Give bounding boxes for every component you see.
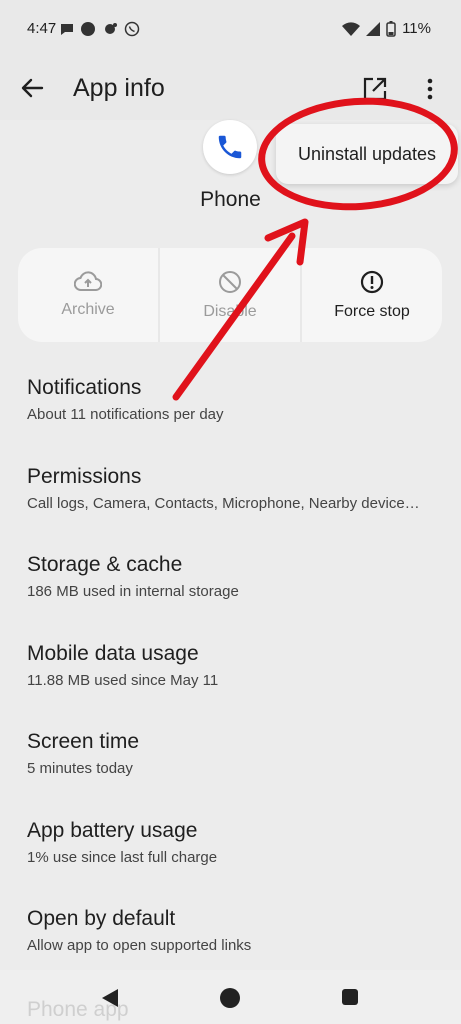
item-title: Mobile data usage — [27, 641, 199, 665]
wifi-icon — [342, 21, 361, 36]
assistant-notification-icon — [105, 23, 117, 34]
item-title: Open by default — [27, 907, 176, 930]
mobile-data-usage-item[interactable]: Mobile data usage 11.88 MB used since Ma… — [27, 642, 447, 731]
back-arrow-icon[interactable] — [18, 74, 46, 102]
system-icons: 11% — [342, 20, 431, 37]
nav-home-icon[interactable] — [220, 988, 240, 1008]
archive-label: Archive — [61, 301, 115, 318]
block-icon — [219, 271, 241, 293]
screen-time-item[interactable]: Screen time 5 minutes today — [27, 730, 447, 819]
battery-percent: 11% — [402, 20, 431, 37]
item-title: Screen time — [27, 730, 140, 753]
item-subtitle: 11.88 MB used since May 11 — [27, 671, 219, 689]
circle-notification-icon — [81, 22, 95, 36]
force-stop-label: Force stop — [334, 303, 410, 320]
app-battery-usage-item[interactable]: App battery usage 1% use since last full… — [27, 819, 447, 908]
permissions-item[interactable]: Permissions Call logs, Camera, Contacts,… — [27, 465, 447, 554]
page-title: App info — [73, 74, 165, 102]
more-options-icon[interactable] — [418, 76, 442, 102]
phone-icon — [218, 135, 242, 159]
disable-button[interactable]: Disable — [158, 248, 300, 342]
item-subtitle: 5 minutes today — [27, 760, 133, 777]
item-title: Notifications — [27, 376, 142, 399]
storage-cache-item[interactable]: Storage & cache 186 MB used in internal … — [27, 553, 447, 642]
notification-icons — [60, 21, 140, 37]
archive-button[interactable]: Archive — [18, 248, 158, 342]
status-time: 4:47 — [27, 20, 57, 37]
item-subtitle: Call logs, Camera, Contacts, Microphone,… — [27, 494, 420, 512]
actions-card: Archive Disable Force stop — [18, 248, 442, 342]
signal-icon — [366, 21, 381, 36]
disable-label: Disable — [203, 303, 257, 320]
nav-back-icon[interactable] — [100, 988, 120, 1008]
status-bar: 4:47 11% — [0, 0, 461, 56]
notifications-item[interactable]: Notifications About 11 notifications per… — [27, 376, 447, 465]
item-title: Storage & cache — [27, 553, 183, 576]
navigation-bar: Phone app — [0, 970, 461, 1024]
chat-notification-icon — [61, 24, 73, 35]
whatsapp-icon — [124, 21, 140, 37]
item-title: App battery usage — [27, 818, 198, 842]
battery-icon — [386, 20, 396, 37]
nav-recents-icon[interactable] — [342, 989, 358, 1005]
phone-app-icon — [203, 120, 257, 174]
cloud-upload-icon — [74, 271, 102, 291]
item-subtitle: 186 MB used in internal storage — [27, 583, 239, 600]
item-subtitle: Allow app to open supported links — [27, 937, 252, 954]
item-subtitle: 1% use since last full charge — [27, 848, 218, 866]
settings-list: Notifications About 11 notifications per… — [27, 376, 447, 996]
alert-octagon-icon — [360, 270, 384, 294]
force-stop-button[interactable]: Force stop — [300, 248, 442, 342]
item-subtitle: About 11 notifications per day — [27, 406, 224, 423]
item-title: Permissions — [27, 464, 142, 488]
